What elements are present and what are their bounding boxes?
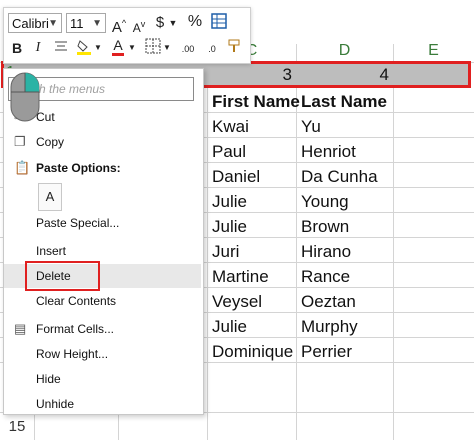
grid-line — [207, 44, 208, 440]
menu-item-label: Format Cells... — [36, 322, 115, 336]
menu-item-hide[interactable]: Hide — [4, 367, 201, 391]
last-name-cell[interactable]: Da Cunha — [301, 164, 378, 189]
first-name-cell[interactable]: Dominique — [212, 339, 293, 364]
font-color-swatch — [112, 53, 124, 56]
format-painter-grid-button[interactable] — [210, 13, 228, 31]
borders-icon — [145, 38, 161, 54]
menu-item-label: Unhide — [36, 397, 75, 411]
mouse-right-click-icon — [10, 72, 40, 122]
accounting-dropdown[interactable]: ▼ — [168, 14, 178, 32]
italic-button[interactable]: I — [31, 39, 45, 57]
chevron-down-icon: ▼ — [163, 43, 171, 52]
grid-line — [393, 44, 394, 440]
menu-section-label: Paste Options: — [36, 161, 121, 175]
last-name-cell[interactable]: Hirano — [301, 239, 351, 264]
font-size-value: 11 — [70, 16, 84, 31]
paint-bucket-icon — [77, 40, 91, 55]
font-color-icon: A — [113, 37, 123, 53]
chevron-down-icon: ▼ — [92, 18, 102, 29]
shrink-font-button[interactable]: Av — [131, 15, 147, 37]
font-name-dropdown[interactable]: Calibri ▼ — [8, 13, 62, 33]
bold-button[interactable]: B — [10, 39, 24, 57]
align-center-icon — [55, 41, 67, 51]
first-name-cell[interactable]: Paul — [212, 139, 246, 164]
mini-toolbar: Calibri ▼ 11 ▼ A^ Av $ ▼ % B I ▼ A ▼ ▼ .… — [3, 7, 251, 64]
decrease-decimal-icon: .0 — [208, 44, 216, 54]
accounting-format-button[interactable]: $ — [153, 14, 167, 32]
italic-icon: I — [35, 40, 41, 55]
menu-item-label: Copy — [36, 135, 65, 149]
format-cells-icon: ▤ — [14, 321, 27, 336]
last-name-header[interactable]: Last Name — [301, 89, 387, 114]
column-header-label: E — [428, 42, 439, 59]
chevron-down-icon: ▼ — [48, 18, 58, 29]
increase-decimal-icon: .00 — [181, 44, 195, 54]
clipboard-icon: 📋 — [14, 160, 31, 175]
percent-icon: % — [187, 13, 203, 30]
last-name-cell[interactable]: Henriot — [301, 139, 356, 164]
font-color-dropdown[interactable]: ▼ — [128, 39, 136, 57]
column-header-label: D — [338, 42, 351, 59]
menu-item-label: Insert — [36, 244, 67, 258]
first-name-cell[interactable]: Julie — [212, 314, 247, 339]
first-name-header[interactable]: First Name — [212, 89, 300, 114]
font-color-button[interactable]: A — [110, 36, 126, 58]
menu-section-paste-options: 📋 Paste Options: — [4, 156, 201, 180]
decrease-decimal-button[interactable]: .0 — [202, 40, 222, 58]
last-name-cell[interactable]: Perrier — [301, 339, 352, 364]
first-name-cell[interactable]: Julie — [212, 214, 247, 239]
font-name-value: Calibri — [12, 16, 49, 31]
last-name-cell[interactable]: Oeztan — [301, 289, 356, 314]
chevron-down-icon: ▼ — [168, 18, 178, 28]
grow-font-button[interactable]: A^ — [110, 14, 128, 37]
fill-color-dropdown[interactable]: ▼ — [94, 39, 102, 57]
chevron-down-icon: ▼ — [94, 43, 102, 52]
column-header-d[interactable]: D — [296, 40, 393, 62]
menu-item-row-height[interactable]: Row Height... — [4, 342, 201, 366]
last-name-cell[interactable]: Murphy — [301, 314, 358, 339]
currency-icon: $ — [155, 14, 165, 31]
menu-item-copy[interactable]: ❐ Copy — [4, 130, 201, 154]
menu-item-format-cells[interactable]: ▤ Format Cells... — [4, 317, 201, 341]
menu-item-clear-contents[interactable]: Clear Contents — [4, 289, 201, 313]
menu-item-label: Row Height... — [36, 347, 109, 361]
format-painter-button[interactable] — [226, 38, 244, 58]
first-name-cell[interactable]: Juri — [212, 239, 239, 264]
fill-color-button[interactable] — [75, 38, 93, 58]
paste-option-button[interactable]: A — [38, 183, 62, 211]
menu-item-unhide[interactable]: Unhide — [4, 392, 201, 416]
row-header-15[interactable]: 15 — [0, 418, 34, 435]
borders-dropdown[interactable]: ▼ — [163, 39, 171, 57]
last-name-cell[interactable]: Yu — [301, 114, 321, 139]
menu-item-label: Paste Special... — [36, 216, 120, 230]
bold-icon: B — [11, 40, 23, 56]
last-name-cell[interactable]: Brown — [301, 214, 349, 239]
menu-item-label: Clear Contents — [36, 294, 117, 308]
paintbrush-icon — [228, 39, 240, 52]
shrink-font-icon: A — [132, 21, 141, 35]
align-button[interactable] — [52, 38, 70, 58]
grow-font-icon: A — [111, 19, 122, 36]
first-name-cell[interactable]: Daniel — [212, 164, 260, 189]
last-name-cell[interactable]: Rance — [301, 264, 350, 289]
first-name-cell[interactable]: Kwai — [212, 114, 249, 139]
paste-icon: A — [45, 189, 55, 204]
first-name-cell[interactable]: Veysel — [212, 289, 262, 314]
delete-highlight-box — [25, 261, 100, 291]
percent-style-button[interactable]: % — [187, 13, 203, 31]
first-name-cell[interactable]: Martine — [212, 264, 269, 289]
increase-decimal-button[interactable]: .00 — [177, 40, 199, 58]
column-header-e[interactable]: E — [393, 40, 474, 62]
search-placeholder: h the menus — [39, 82, 106, 96]
borders-button[interactable] — [144, 38, 162, 58]
font-size-dropdown[interactable]: 11 ▼ — [66, 13, 106, 33]
menu-item-paste-special[interactable]: Paste Special... — [4, 211, 201, 235]
menu-item-insert[interactable]: Insert — [4, 239, 201, 263]
chevron-down-icon: ▼ — [128, 43, 136, 52]
table-format-icon — [211, 13, 227, 29]
last-name-cell[interactable]: Young — [301, 189, 349, 214]
menu-item-label: Hide — [36, 372, 61, 386]
first-name-cell[interactable]: Julie — [212, 189, 247, 214]
copy-icon: ❐ — [14, 134, 26, 149]
